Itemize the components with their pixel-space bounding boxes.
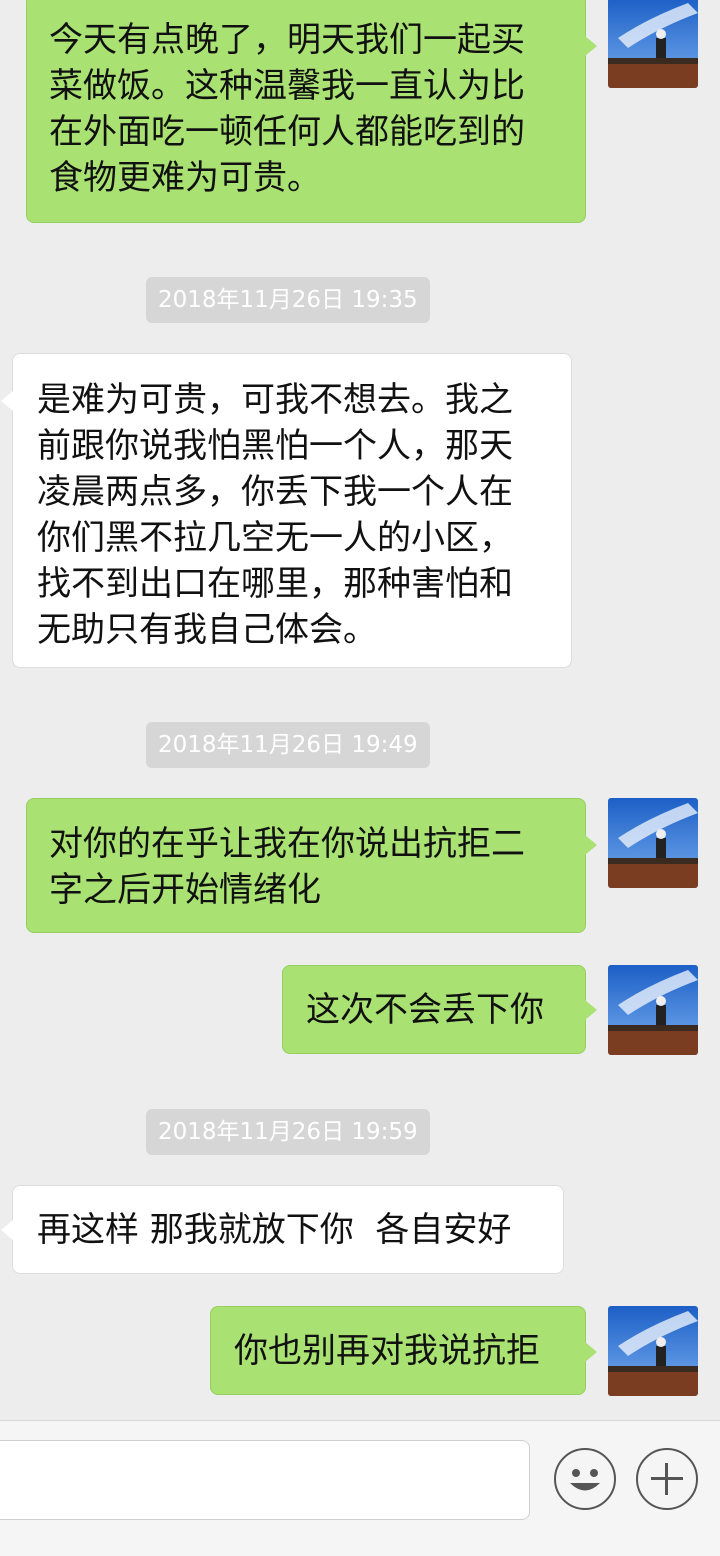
message-bubble-outgoing[interactable]: 今天有点晚了，明天我们一起买 菜做饭。这种温馨我一直认为比 在外面吃一顿任何人都… [26,0,586,223]
bubble-tail [1,391,13,411]
plus-icon [651,1463,683,1495]
timestamp: 2018年11月26日 19:49 [146,722,430,768]
avatar[interactable] [608,0,698,88]
message-bubble-outgoing[interactable]: 对你的在乎让我在你说出抗拒二 字之后开始情绪化 [26,798,586,933]
timestamp: 2018年11月26日 19:59 [146,1109,430,1155]
avatar[interactable] [608,798,698,888]
bubble-tail [585,36,597,56]
message-input[interactable] [0,1440,530,1520]
bubble-tail [585,1000,597,1020]
bubble-tail [585,1342,597,1362]
message-bubble-incoming[interactable]: 是难为可贵，可我不想去。我之 前跟你说我怕黑怕一个人，那天 凌晨两点多，你丢下我… [12,353,572,668]
emoji-button[interactable] [554,1448,616,1510]
message-bubble-outgoing[interactable]: 这次不会丢下你 [282,965,586,1054]
timestamp: 2018年11月26日 19:35 [146,277,430,323]
plus-button[interactable] [636,1448,698,1510]
emoji-icon [570,1469,600,1491]
bubble-tail [585,835,597,855]
message-bubble-incoming[interactable]: 再这样 那我就放下你 各自安好 [12,1185,564,1274]
bubble-tail [1,1220,13,1240]
message-bubble-outgoing[interactable]: 你也别再对我说抗拒 [210,1306,586,1395]
avatar[interactable] [608,965,698,1055]
avatar[interactable] [608,1306,698,1396]
